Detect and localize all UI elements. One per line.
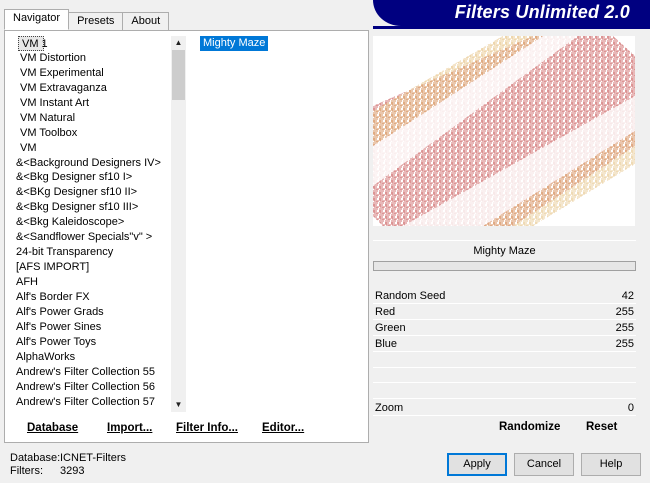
param-empty: [373, 368, 636, 383]
category-item[interactable]: Alf's Power Toys: [14, 335, 172, 350]
param-value: 255: [615, 338, 634, 350]
param-red[interactable]: Red 255: [373, 304, 636, 320]
param-value: 255: [615, 322, 634, 334]
category-item[interactable]: &<Bkg Designer sf10 III>: [14, 200, 172, 215]
database-label: Database:: [10, 452, 61, 464]
database-button[interactable]: Database: [27, 422, 78, 434]
category-item[interactable]: VM 1: [18, 36, 48, 51]
category-item[interactable]: AlphaWorks: [14, 350, 172, 365]
param-label: Blue: [375, 338, 398, 350]
param-blue[interactable]: Blue 255: [373, 336, 636, 352]
category-item[interactable]: &<Sandflower Specials"v" >: [14, 230, 172, 245]
category-item[interactable]: &<BKg Designer sf10 II>: [14, 185, 172, 200]
param-value: 42: [621, 290, 634, 302]
reset-button[interactable]: Reset: [586, 421, 617, 433]
category-item[interactable]: VM Distortion: [14, 51, 172, 66]
cancel-button[interactable]: Cancel: [514, 453, 574, 476]
param-value: 0: [627, 401, 634, 414]
category-item[interactable]: [AFS IMPORT]: [14, 260, 172, 275]
category-item[interactable]: VM Instant Art: [14, 96, 172, 111]
parameter-button-row: Randomize Reset: [373, 418, 636, 438]
tab-presets[interactable]: Presets: [68, 12, 124, 30]
status-area: Database:ICNET-Filters Filters: 3293: [10, 452, 126, 477]
filter-info-button[interactable]: Filter Info...: [176, 422, 238, 434]
param-value: 255: [615, 306, 634, 318]
app-title: Filters Unlimited 2.0: [454, 2, 630, 22]
category-item[interactable]: Alf's Power Sines: [14, 320, 172, 335]
param-label: Random Seed: [375, 290, 446, 302]
maze-preview-image: [373, 36, 635, 226]
category-item[interactable]: Andrew's Filter Collection 56: [14, 380, 172, 395]
import-button[interactable]: Import...: [107, 422, 152, 434]
scroll-down-arrow-icon[interactable]: ▼: [171, 398, 186, 412]
category-item[interactable]: &<Background Designers IV>: [14, 156, 172, 171]
progress-bar: [373, 261, 636, 271]
category-list[interactable]: VM 1 VM Distortion VM Experimental VM Ex…: [14, 36, 172, 410]
param-label: Zoom: [375, 401, 404, 414]
category-item[interactable]: Andrew's Filter Collection 55: [14, 365, 172, 380]
database-value: ICNET-Filters: [60, 452, 126, 464]
filters-label: Filters:: [10, 464, 43, 477]
category-item[interactable]: &<Bkg Kaleidoscope>: [14, 215, 172, 230]
category-item[interactable]: 24-bit Transparency: [14, 245, 172, 260]
param-random-seed[interactable]: Random Seed 42: [373, 288, 636, 304]
category-item[interactable]: VM Extravaganza: [14, 81, 172, 96]
param-label: Red: [375, 306, 396, 318]
param-zoom[interactable]: Zoom 0: [373, 400, 636, 416]
apply-button[interactable]: Apply: [447, 453, 507, 476]
category-item[interactable]: VM Toolbox: [14, 126, 172, 141]
param-green[interactable]: Green 255: [373, 320, 636, 336]
filter-preview: [373, 36, 635, 226]
category-item[interactable]: Alf's Power Grads: [14, 305, 172, 320]
filter-item[interactable]: Mighty Maze: [200, 36, 269, 51]
param-label: Green: [375, 322, 406, 334]
banner-underline: [373, 26, 650, 29]
tab-bar: Navigator Presets About: [4, 9, 170, 30]
param-empty: [373, 352, 636, 368]
filters-count: 3293: [60, 464, 85, 477]
scroll-up-arrow-icon[interactable]: ▲: [171, 36, 186, 50]
category-item[interactable]: VM Experimental: [14, 66, 172, 81]
app-banner: Filters Unlimited 2.0: [373, 0, 650, 26]
param-empty: [373, 383, 636, 399]
scroll-thumb[interactable]: [172, 50, 185, 100]
editor-button[interactable]: Editor...: [262, 422, 304, 434]
parameter-list: Random Seed 42 Red 255 Green 255 Blue 25…: [373, 288, 636, 416]
tab-navigator[interactable]: Navigator: [4, 9, 70, 30]
category-scrollbar[interactable]: ▲ ▼: [171, 36, 186, 412]
help-button[interactable]: Help: [581, 453, 641, 476]
category-item[interactable]: Andrew's Filter Collection 57: [14, 395, 172, 410]
category-item[interactable]: &<Bkg Designer sf10 I>: [14, 170, 172, 185]
category-item[interactable]: VM: [14, 141, 172, 156]
filter-list[interactable]: Mighty Maze: [198, 36, 366, 410]
category-item[interactable]: Alf's Border FX: [14, 290, 172, 305]
category-item[interactable]: AFH: [14, 275, 172, 290]
navigator-button-row: Database Import... Filter Info... Editor…: [14, 418, 366, 438]
randomize-button[interactable]: Randomize: [499, 421, 560, 433]
preview-filter-name: Mighty Maze: [373, 240, 636, 260]
category-item[interactable]: VM Natural: [14, 111, 172, 126]
tab-about[interactable]: About: [122, 12, 170, 30]
